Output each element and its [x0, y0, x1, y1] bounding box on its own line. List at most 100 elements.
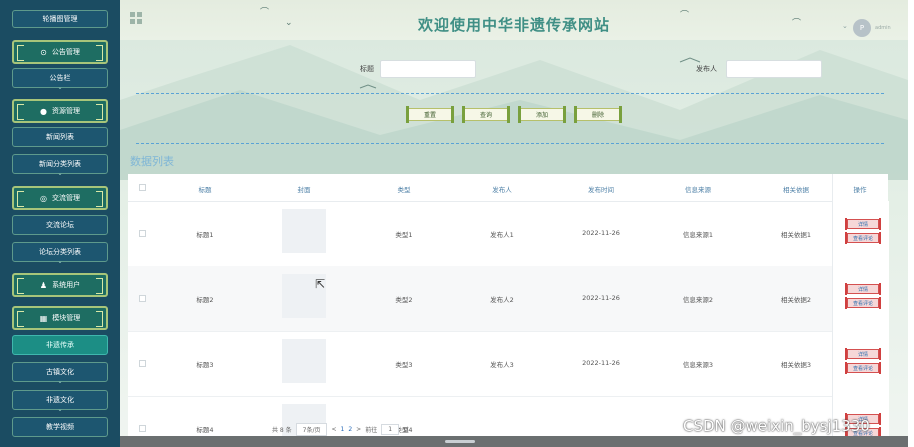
view-comments-button[interactable]: 查看评论: [845, 232, 881, 244]
sidebar-item-label: 公告栏: [49, 74, 71, 82]
sidebar-item-label: 交流论坛: [46, 221, 74, 229]
sidebar-item-label: 非遗传承: [46, 341, 74, 349]
sidebar-item-forum-category[interactable]: 论坛分类列表 ⌄: [12, 242, 108, 265]
cell-publisher: 发布人3: [490, 361, 514, 369]
divider: [136, 93, 884, 94]
cell-type: 类型3: [395, 361, 413, 369]
reset-button[interactable]: 重置: [406, 106, 454, 123]
cell-publisher: 发布人1: [490, 231, 514, 239]
detail-button[interactable]: 详情: [845, 218, 881, 230]
title-label: 标题: [360, 65, 374, 73]
row-checkbox[interactable]: [139, 425, 146, 432]
table-row: 标题1 类型1 发布人1 2022-11-26 信息来源1 相关依据1 详情 查…: [128, 201, 889, 267]
pagination-total: 共 8 条: [272, 426, 292, 434]
chevron-down-icon: ⌄: [57, 84, 63, 91]
cover-image: [282, 339, 326, 383]
chat-icon: ◎: [40, 193, 47, 203]
view-comments-button[interactable]: 查看评论: [845, 362, 881, 374]
row-actions: 详情 查看评论: [832, 266, 889, 331]
sidebar-item-ancient-town[interactable]: 古镇文化 ⌄: [12, 362, 108, 385]
page-number[interactable]: 2: [348, 426, 352, 433]
sidebar-item-label: 教学视频: [46, 423, 74, 431]
table-row: 标题3 类型3 发布人3 2022-11-26 信息来源3 相关依据3 详情 查…: [128, 331, 889, 397]
row-checkbox[interactable]: [139, 230, 146, 237]
next-page-button[interactable]: >: [356, 426, 361, 433]
prev-page-button[interactable]: <: [331, 426, 336, 433]
sidebar-item-heritage[interactable]: 非遗传承: [12, 335, 108, 355]
sidebar-item-label: 非遗文化: [46, 396, 74, 404]
scrollbar-thumb[interactable]: [445, 440, 475, 443]
search-button[interactable]: 查询: [462, 106, 510, 123]
chevron-down-icon: ⌄: [57, 378, 63, 385]
cell-title: 标题1: [196, 231, 214, 239]
column-header: 相关依据: [783, 186, 809, 194]
view-comments-button[interactable]: 查看评论: [845, 297, 881, 309]
sidebar-group-notice[interactable]: ⊙ 公告管理: [12, 40, 108, 64]
bottom-scrollbar[interactable]: [120, 436, 908, 447]
main-content: 标题 发布人 重置 查询 添加 删除 数据列表 标题 封面 类型 发布人 发布时…: [120, 40, 908, 447]
sidebar-item-notice-board[interactable]: 公告栏 ⌄: [12, 68, 108, 91]
clock-icon: ⊙: [40, 47, 47, 57]
sidebar-item-label: 系统用户: [52, 281, 81, 289]
detail-button[interactable]: 详情: [845, 348, 881, 360]
watermark: CSDN @weixin_bysj1330: [683, 417, 870, 435]
row-actions: 详情 查看评论: [832, 201, 889, 266]
divider: [136, 143, 884, 144]
cell-time: 2022-11-26: [582, 229, 620, 237]
sidebar-item-label: 新闻列表: [46, 133, 74, 141]
cell-source: 信息来源2: [682, 296, 714, 304]
publisher-search-input[interactable]: [726, 60, 822, 78]
add-button[interactable]: 添加: [518, 106, 566, 123]
goto-page-input[interactable]: 1: [381, 423, 400, 435]
column-header: 发布人: [492, 186, 512, 194]
page-number[interactable]: 1: [341, 426, 345, 433]
column-header: 类型: [397, 186, 411, 194]
sidebar-item-forum[interactable]: 交流论坛: [12, 215, 108, 235]
row-checkbox[interactable]: [139, 360, 146, 367]
top-header: ⌒ ⌄ ⌒ ⌒ 欢迎使用中华非遗传承网站 ⌄ P admin: [120, 0, 908, 40]
chevron-down-icon: ⌄: [57, 170, 63, 177]
sidebar-group-exchange[interactable]: ◎ 交流管理: [12, 186, 108, 210]
page-suffix: 页: [403, 426, 410, 434]
cell-source: 信息来源3: [682, 361, 714, 369]
grid-icon: ▦: [39, 313, 48, 323]
sidebar-group-system-user[interactable]: ♟ 系统用户: [12, 273, 108, 297]
row-checkbox[interactable]: [139, 295, 146, 302]
column-header: 信息来源: [685, 186, 711, 194]
publisher-label: 发布人: [696, 65, 717, 73]
app-frame: 轮播图管理 ⊙ 公告管理 公告栏 ⌄ ● 资源管理 新闻列表 新闻分类列表 ⌄ ◎ …: [0, 0, 908, 447]
sidebar-item-teaching-video[interactable]: 教学视频: [12, 417, 108, 437]
column-header: 标题: [198, 186, 212, 194]
title-search-input[interactable]: [380, 60, 476, 78]
cell-title: 标题4: [196, 426, 214, 434]
chevron-down-icon[interactable]: ⌄: [842, 22, 848, 30]
sidebar-item-label: 古镇文化: [46, 368, 74, 376]
sidebar-group-resource[interactable]: ● 资源管理: [12, 99, 108, 123]
avatar[interactable]: P: [853, 19, 871, 37]
sidebar-item-label: 新闻分类列表: [39, 160, 81, 168]
cell-basis: 相关依据3: [780, 361, 812, 369]
chevron-down-icon: ⌄: [57, 406, 63, 413]
sidebar-group-module[interactable]: ▦ 模块管理: [12, 306, 108, 330]
location-pin-icon: ●: [40, 106, 47, 116]
goto-label: 前往: [365, 426, 378, 434]
select-all-checkbox[interactable]: [139, 184, 146, 191]
detail-button[interactable]: 详情: [845, 283, 881, 295]
cell-title: 标题3: [196, 361, 214, 369]
sidebar-item-label: 论坛分类列表: [39, 248, 81, 256]
column-header: 发布时间: [588, 186, 614, 194]
sidebar-item-carousel[interactable]: 轮播图管理: [12, 10, 108, 28]
sidebar-item-news-list[interactable]: 新闻列表: [12, 127, 108, 147]
cell-type: 类型1: [395, 231, 413, 239]
cover-image: [282, 209, 326, 253]
user-name[interactable]: admin: [875, 25, 891, 31]
page-size-select[interactable]: 7条/页: [295, 422, 328, 436]
sidebar-item-label: 资源管理: [51, 107, 80, 115]
sidebar-item-label: 模块管理: [52, 314, 81, 322]
delete-button[interactable]: 删除: [574, 106, 622, 123]
cell-time: 2022-11-26: [582, 294, 620, 302]
sidebar-item-news-category[interactable]: 新闻分类列表 ⌄: [12, 154, 108, 177]
sidebar-item-heritage-culture[interactable]: 非遗文化 ⌄: [12, 390, 108, 413]
user-icon: ♟: [39, 280, 48, 290]
cell-type: 类型2: [395, 296, 413, 304]
